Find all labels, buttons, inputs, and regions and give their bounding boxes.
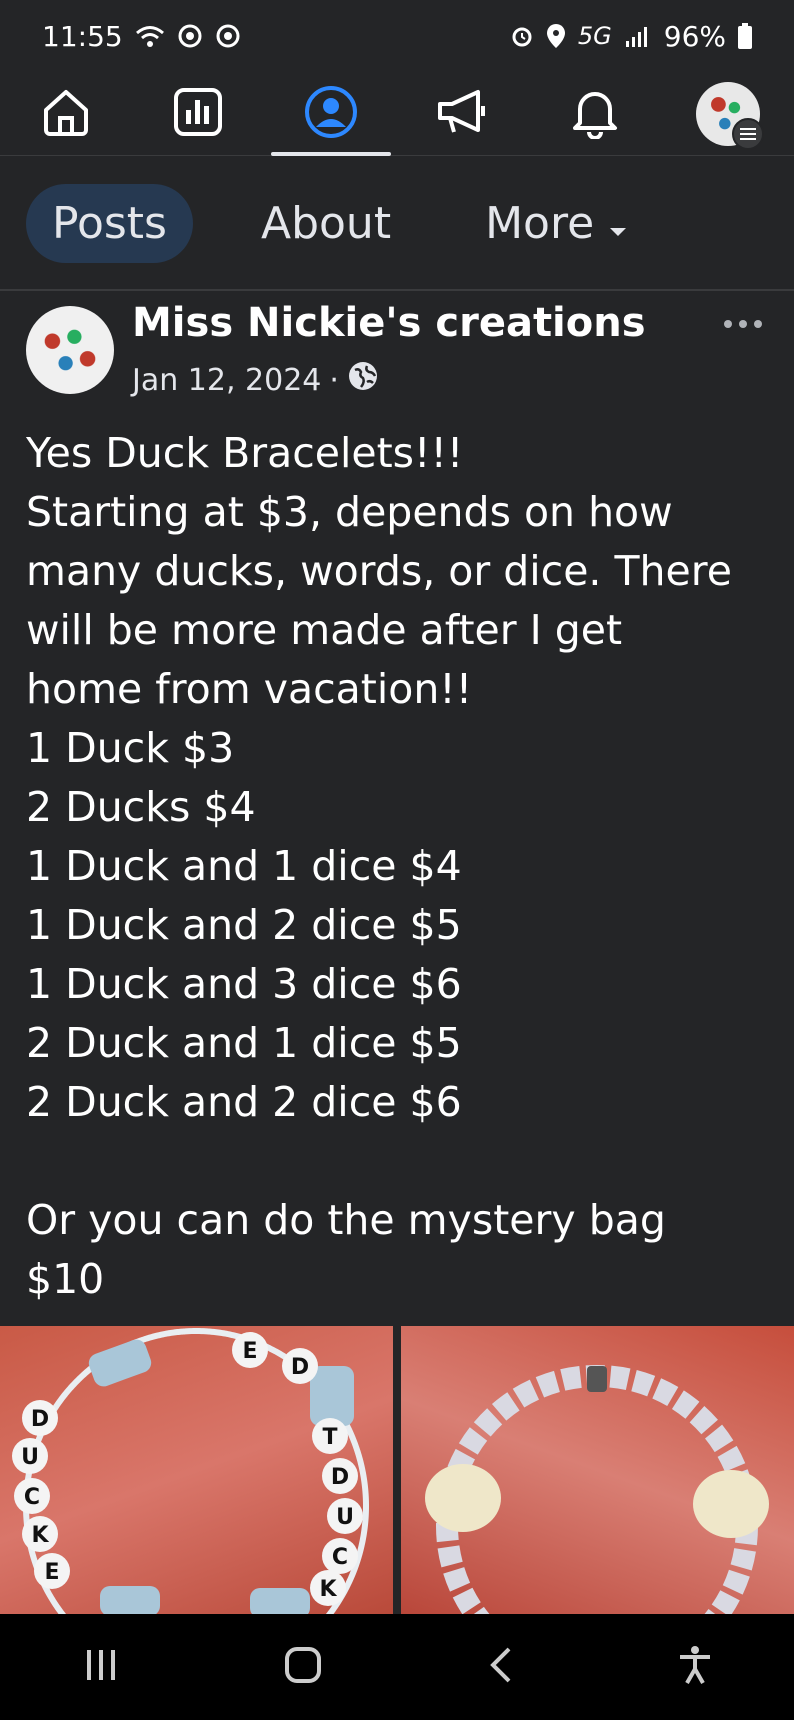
post-text-line: 1 Duck and 2 dice $5 (26, 901, 462, 949)
wifi-icon (135, 24, 165, 48)
home-icon (40, 86, 92, 142)
letter-bead-text: E (242, 1339, 257, 1364)
tab-about[interactable]: About (235, 184, 417, 263)
bell-icon (570, 85, 620, 143)
post-text-line (26, 1132, 776, 1191)
alarm-icon (510, 24, 534, 48)
bracelet-turtles-image (425, 1365, 769, 1614)
clock: 11:55 (42, 19, 123, 53)
post-author-name[interactable]: Miss Nickie's creations (132, 300, 646, 346)
battery-icon (738, 23, 752, 49)
post-text-line: many ducks, words, or dice. There (26, 547, 732, 595)
post-text-line: 2 Duck and 1 dice $5 (26, 1019, 462, 1067)
nav-dashboard[interactable] (148, 72, 248, 156)
post-text-line: 1 Duck $3 (26, 724, 235, 772)
letter-bead-text: C (24, 1485, 40, 1510)
post-text: Yes Duck Bracelets!!! Starting at $3, dep… (26, 424, 776, 1309)
top-nav (0, 72, 794, 156)
globe-icon (347, 360, 379, 400)
tab-more[interactable]: More (459, 184, 654, 263)
letter-bead-text: D (331, 1465, 349, 1490)
profile-tabs: Posts About More (0, 157, 794, 291)
battery-percent: 96% (663, 19, 726, 53)
post-text-line: 2 Ducks $4 (26, 783, 256, 831)
letter-bead-text: C (332, 1545, 348, 1570)
letter-bead-text: E (44, 1560, 59, 1585)
menu-icon (731, 117, 764, 150)
letter-bead-text: U (21, 1445, 39, 1470)
system-nav-bar (0, 1614, 794, 1720)
post-text-line: will be more made after I get (26, 606, 623, 654)
tab-about-label: About (260, 197, 392, 249)
post-photo[interactable]: DUCKETDUCKED (0, 1326, 393, 1614)
more-dots-icon (723, 314, 763, 333)
post-options-button[interactable] (718, 308, 768, 338)
dashboard-icon (172, 86, 224, 142)
post-text-line: Or you can do the mystery bag (26, 1196, 666, 1244)
tab-posts[interactable]: Posts (26, 183, 193, 263)
network-type: 5G (577, 22, 612, 50)
post-meta: Jan 12, 2024 · (132, 360, 379, 400)
post-text-line: $10 (26, 1255, 105, 1303)
post-date[interactable]: Jan 12, 2024 (132, 363, 321, 398)
megaphone-icon (436, 86, 490, 142)
location-icon (546, 23, 566, 49)
post-text-line: 2 Duck and 2 dice $6 (26, 1078, 462, 1126)
post-text-line: 1 Duck and 3 dice $6 (26, 960, 462, 1008)
status-bar: 11:55 5G 96% (0, 0, 794, 72)
caret-down-icon (608, 198, 628, 249)
avatar (695, 81, 764, 150)
nav-ads[interactable] (413, 72, 513, 156)
post-text-line: home from vacation!! (26, 665, 473, 713)
post-text-line: Yes Duck Bracelets!!! (26, 429, 464, 477)
nav-notifications[interactable] (545, 72, 645, 156)
app-notification-icon (215, 23, 241, 49)
home-button[interactable] (283, 1645, 323, 1689)
recent-apps-button[interactable] (81, 1647, 121, 1687)
bracelet-letters-image: DUCKETDUCKED (12, 1328, 369, 1614)
signal-icon (624, 25, 652, 47)
post-text-line: Starting at $3, depends on how (26, 488, 673, 536)
post-text-line: 1 Duck and 1 dice $4 (26, 842, 462, 890)
post-photos: DUCKETDUCKED (0, 1326, 794, 1614)
tab-posts-label: Posts (52, 197, 167, 249)
nav-menu[interactable] (678, 72, 778, 156)
post-header: Miss Nickie's creations Jan 12, 2024 · (26, 300, 768, 400)
meta-separator: · (329, 362, 339, 398)
letter-bead-text: K (319, 1577, 337, 1602)
profile-icon (304, 85, 358, 143)
app-notification-icon (177, 23, 203, 49)
nav-home[interactable] (16, 72, 116, 156)
letter-bead-text: D (31, 1407, 49, 1432)
post-author-avatar[interactable] (26, 306, 114, 394)
letter-bead-text: T (322, 1425, 337, 1450)
letter-bead-text: U (336, 1505, 354, 1530)
letter-bead-text: K (31, 1523, 49, 1548)
post-photo[interactable] (401, 1326, 794, 1614)
back-button[interactable] (485, 1645, 515, 1689)
accessibility-icon[interactable] (677, 1645, 713, 1689)
letter-bead-text: D (291, 1355, 309, 1380)
tab-more-label: More (485, 197, 595, 249)
nav-profile[interactable] (270, 72, 391, 156)
